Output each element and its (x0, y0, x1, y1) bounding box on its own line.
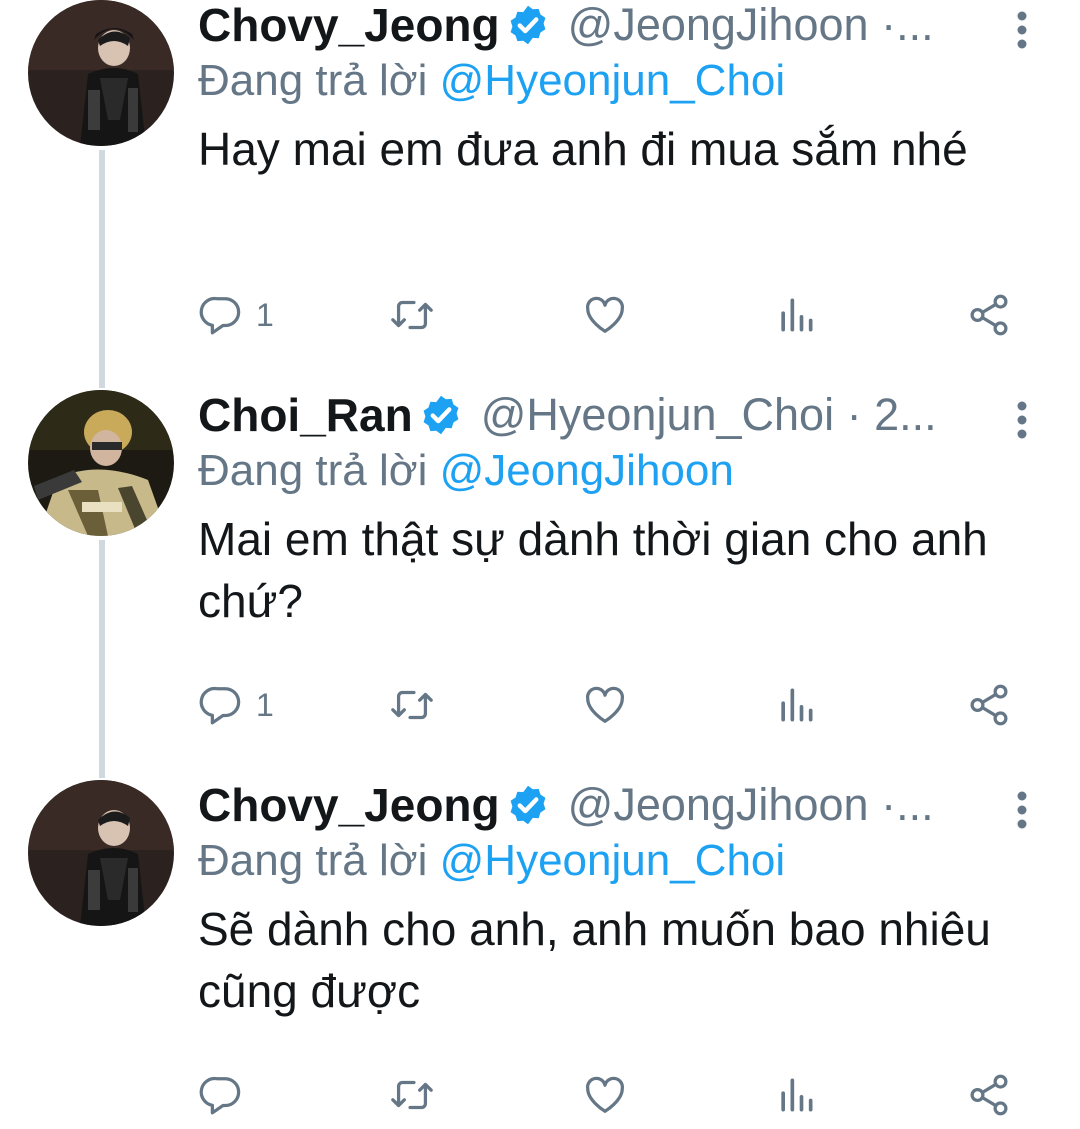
replying-to-label: Đang trả lời (198, 836, 428, 885)
retweet-icon (391, 1080, 433, 1110)
tweet[interactable]: Chovy_Jeong @JeongJihoon · ... Đang trả … (0, 0, 1080, 380)
more-options-icon[interactable] (1012, 10, 1032, 50)
retweet-button[interactable] (388, 290, 436, 340)
tweet[interactable]: Choi_Ran @Hyeonjun_Choi · 2... Đang trả … (0, 389, 1080, 770)
retweet-button[interactable] (388, 680, 436, 730)
more-options-icon[interactable] (1012, 400, 1032, 440)
retweet-icon (391, 300, 433, 330)
analytics-button[interactable] (774, 290, 818, 340)
tweet-text: Sẽ dành cho anh, anh muốn bao nhiêu cũng… (198, 903, 991, 1017)
replying-to: Đang trả lời @JeongJihoon (198, 446, 734, 496)
reply-count: 1 (256, 296, 274, 333)
tweet-time[interactable]: 2... (874, 389, 937, 441)
verified-badge-icon (510, 785, 546, 825)
avatar[interactable] (28, 780, 174, 926)
share-button[interactable] (966, 290, 1012, 340)
reply-mention-link[interactable]: @Hyeonjun_Choi (440, 56, 786, 105)
meta-separator: · (881, 779, 897, 830)
reply-icon (199, 686, 241, 725)
tweet-header: Choi_Ran @Hyeonjun_Choi · 2... (198, 384, 998, 446)
meta-separator: · (846, 389, 862, 440)
replying-to: Đang trả lời @Hyeonjun_Choi (198, 56, 785, 106)
share-icon (970, 294, 1008, 336)
reply-mention-link[interactable]: @JeongJihoon (440, 446, 734, 495)
analytics-button[interactable] (774, 680, 818, 730)
retweet-button[interactable] (388, 1070, 436, 1120)
share-icon (970, 1074, 1008, 1116)
tweet-time[interactable]: ... (896, 779, 934, 831)
reply-icon (199, 1076, 241, 1115)
user-handle[interactable]: @Hyeonjun_Choi (481, 389, 834, 441)
retweet-icon (391, 690, 433, 720)
display-name[interactable]: Choi_Ran (198, 388, 413, 442)
verified-badge-icon (423, 395, 459, 435)
reply-button[interactable]: 1 (198, 290, 274, 340)
heart-icon (585, 686, 625, 723)
analytics-icon (781, 298, 813, 332)
share-button[interactable] (966, 1070, 1012, 1120)
reply-count: 1 (256, 686, 274, 723)
like-button[interactable] (582, 1070, 628, 1120)
heart-icon (585, 296, 625, 333)
like-button[interactable] (582, 680, 628, 730)
analytics-button[interactable] (774, 1070, 818, 1120)
replying-to-label: Đang trả lời (198, 446, 428, 495)
share-icon (970, 684, 1008, 726)
tweet-text: Mai em thật sự dành thời gian cho anh ch… (198, 513, 988, 627)
tweet[interactable]: Chovy_Jeong @JeongJihoon · ... Đang trả … (0, 779, 1080, 1129)
analytics-icon (781, 1078, 813, 1112)
tweet-actions: 1 (198, 680, 1018, 730)
replying-to: Đang trả lời @Hyeonjun_Choi (198, 836, 785, 886)
reply-mention-link[interactable]: @Hyeonjun_Choi (440, 836, 786, 885)
reply-icon (199, 296, 241, 335)
user-handle[interactable]: @JeongJihoon (568, 779, 869, 831)
user-handle[interactable]: @JeongJihoon (568, 0, 869, 51)
tweet-text: Hay mai em đưa anh đi mua sắm nhé (198, 123, 968, 175)
reply-button[interactable] (198, 1070, 256, 1120)
like-button[interactable] (582, 290, 628, 340)
tweet-actions (198, 1070, 1018, 1120)
tweet-header: Chovy_Jeong @JeongJihoon · ... (198, 774, 998, 836)
more-options-icon[interactable] (1012, 790, 1032, 830)
tweet-header: Chovy_Jeong @JeongJihoon · ... (198, 0, 998, 56)
meta-separator: · (881, 0, 897, 50)
tweet-actions: 1 (198, 290, 1018, 340)
analytics-icon (781, 688, 813, 722)
display-name[interactable]: Chovy_Jeong (198, 0, 500, 52)
avatar[interactable] (28, 0, 174, 146)
reply-button[interactable]: 1 (198, 680, 274, 730)
replying-to-label: Đang trả lời (198, 56, 428, 105)
share-button[interactable] (966, 680, 1012, 730)
verified-badge-icon (510, 5, 546, 45)
display-name[interactable]: Chovy_Jeong (198, 778, 500, 832)
avatar[interactable] (28, 390, 174, 536)
heart-icon (585, 1076, 625, 1113)
tweet-time[interactable]: ... (896, 0, 934, 51)
